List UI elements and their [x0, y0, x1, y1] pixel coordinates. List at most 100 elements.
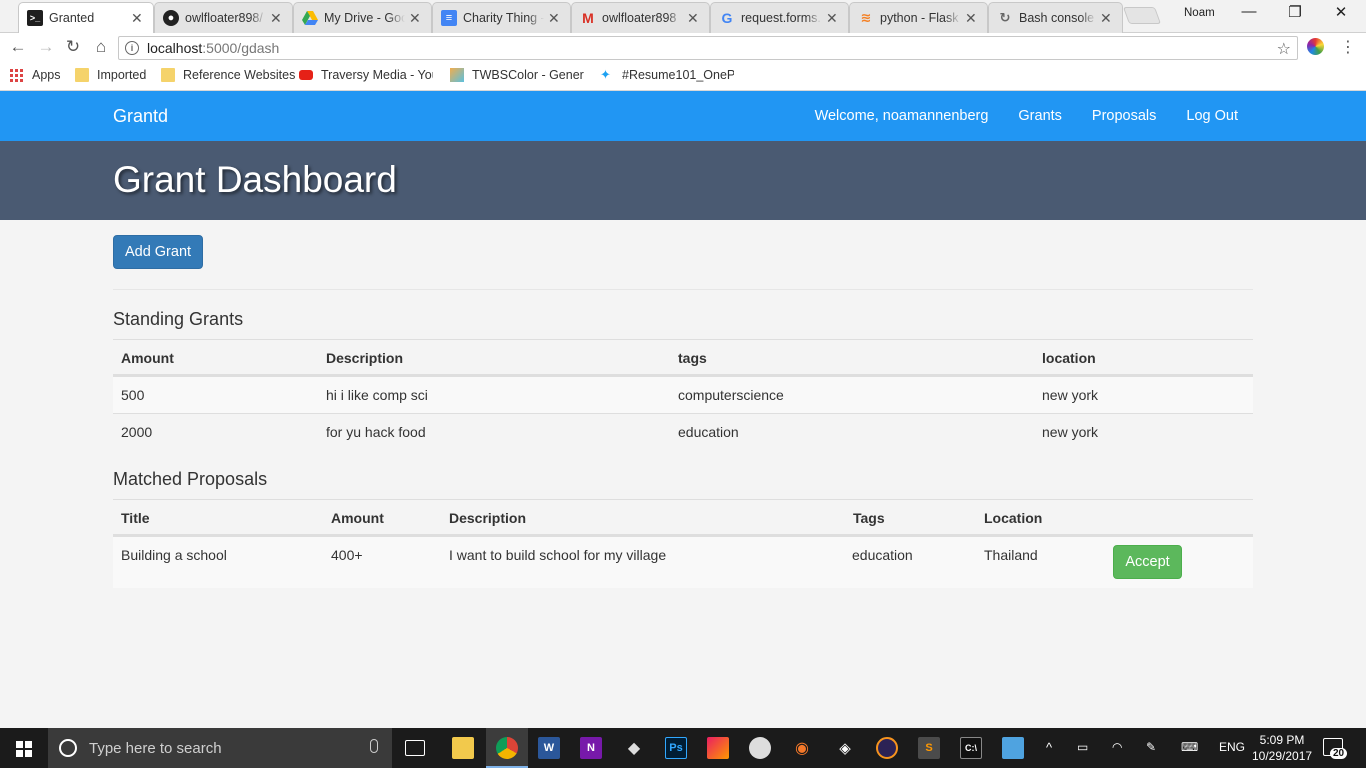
close-icon[interactable]: ✕ — [131, 10, 145, 27]
site-navbar: Grantd Welcome, noamannenberg Grants Pro… — [0, 91, 1366, 141]
bookmark-label: Reference Websites — [183, 68, 296, 82]
forward-icon[interactable]: → — [35, 37, 57, 57]
eclipse-icon[interactable] — [876, 737, 898, 759]
proposal-tags: education — [852, 547, 913, 563]
blender-icon[interactable]: ◉ — [791, 737, 813, 759]
tab-granted[interactable]: >_ Granted ✕ — [18, 2, 154, 33]
reload-icon[interactable]: ↻ — [62, 37, 84, 57]
column-header: tags — [678, 350, 707, 366]
wifi-icon[interactable]: ◠ — [1112, 740, 1122, 754]
windows-taskbar: Type here to search W N ◆ Ps ◉ ◈ S C:\ ^… — [0, 728, 1366, 768]
divider — [113, 289, 1253, 290]
url-host: localhost — [147, 40, 203, 56]
tab-github[interactable]: ● owlfloater898/ ✕ — [154, 2, 293, 33]
clock[interactable]: 5:09 PM 10/29/2017 — [1252, 732, 1312, 764]
close-icon[interactable]: ✕ — [826, 10, 840, 27]
tab-title: owlfloater898 — [602, 11, 677, 25]
taskbar-search[interactable]: Type here to search — [48, 728, 392, 768]
bookmark-twbscolor[interactable]: TWBSColor - Generat — [450, 68, 584, 82]
tab-title: My Drive - Goo — [324, 11, 405, 25]
photoshop-icon[interactable]: Ps — [665, 737, 687, 759]
language-indicator[interactable]: ENG — [1219, 740, 1245, 754]
table-row: 2000 for yu hack food education new york — [113, 413, 1253, 450]
chrome-icon[interactable] — [496, 737, 518, 759]
column-header: Amount — [331, 510, 384, 526]
tab-gmail[interactable]: M owlfloater898 ✕ — [571, 2, 710, 33]
add-grant-button[interactable]: Add Grant — [113, 235, 203, 269]
accept-button[interactable]: Accept — [1113, 545, 1182, 579]
info-icon[interactable]: i — [125, 41, 139, 55]
drive-icon — [302, 10, 318, 26]
column-header: Tags — [853, 510, 885, 526]
proposal-amount: 400+ — [331, 547, 363, 563]
tab-drive[interactable]: My Drive - Goo ✕ — [293, 2, 432, 33]
restore-icon[interactable]: ❐ — [1285, 3, 1305, 21]
sublime-icon[interactable]: S — [918, 737, 940, 759]
bookmark-apps[interactable]: Apps — [10, 68, 61, 82]
column-header: Title — [121, 510, 150, 526]
github-icon: ● — [163, 10, 179, 26]
bookmark-resume[interactable]: ✦ #Resume101_OnePag — [600, 67, 734, 83]
bookmark-star-icon[interactable]: ☆ — [1277, 39, 1291, 59]
column-header: Description — [449, 510, 527, 526]
bookmark-reference-websites[interactable]: Reference Websites — [161, 68, 295, 82]
terminal-icon[interactable]: C:\ — [960, 737, 982, 759]
home-icon[interactable]: ⌂ — [90, 37, 112, 57]
file-explorer-icon[interactable] — [452, 737, 474, 759]
nav-grants[interactable]: Grants — [1018, 108, 1062, 124]
pen-icon[interactable]: ✎ — [1146, 740, 1156, 754]
nav-logout[interactable]: Log Out — [1186, 108, 1238, 124]
bookmark-imported[interactable]: Imported — [75, 68, 146, 82]
onenote-icon[interactable]: N — [580, 737, 602, 759]
bookmark-traversy[interactable]: Traversy Media - You — [299, 68, 433, 82]
minimize-icon[interactable]: — — [1239, 3, 1259, 20]
close-icon[interactable]: ✕ — [548, 10, 562, 27]
grant-description: for yu hack food — [326, 424, 426, 440]
extension-icon[interactable] — [1307, 38, 1324, 55]
show-hidden-icons-icon[interactable]: ^ — [1046, 740, 1052, 755]
windows-start-icon[interactable] — [16, 741, 32, 757]
close-icon[interactable]: ✕ — [270, 10, 284, 27]
keyboard-icon[interactable]: ⌨ — [1181, 740, 1198, 754]
bookmark-label: Apps — [32, 68, 61, 82]
word-icon[interactable]: W — [538, 737, 560, 759]
youtube-icon — [299, 70, 313, 80]
battery-icon[interactable]: ▭ — [1077, 740, 1088, 754]
control-panel-icon[interactable] — [1002, 737, 1024, 759]
bookmark-label: TWBSColor - Generat — [472, 68, 584, 82]
back-icon[interactable]: ← — [7, 37, 29, 57]
tab-charity-doc[interactable]: ≡ Charity Thing - ✕ — [432, 2, 571, 33]
address-bar[interactable]: i localhost:5000/gdash ☆ — [118, 36, 1298, 60]
tab-stackoverflow[interactable]: ≋ python - Flask ✕ — [849, 2, 988, 33]
inkscape-icon[interactable]: ◆ — [623, 737, 645, 759]
clock-time: 5:09 PM — [1259, 733, 1305, 747]
nav-welcome[interactable]: Welcome, noamannenberg — [815, 108, 989, 124]
notification-count: 20 — [1330, 748, 1348, 759]
close-window-icon[interactable]: ✕ — [1331, 3, 1351, 21]
bookmarks-bar: Apps Imported Reference Websites Travers… — [0, 63, 1366, 91]
profile-name[interactable]: Noam — [1184, 7, 1215, 19]
tab-bash-console[interactable]: ↻ Bash console ( ✕ — [988, 2, 1123, 33]
tab-google-search[interactable]: G request.forms. ✕ — [710, 2, 849, 33]
nav-proposals[interactable]: Proposals — [1092, 108, 1156, 124]
column-header: Amount — [121, 350, 174, 366]
close-icon[interactable]: ✕ — [965, 10, 979, 27]
close-icon[interactable]: ✕ — [1100, 10, 1114, 27]
brand-link[interactable]: Grantd — [113, 106, 168, 127]
bookmark-label: Traversy Media - You — [321, 68, 433, 82]
menu-icon[interactable]: ⋮ — [1340, 37, 1356, 57]
folder-icon — [75, 68, 89, 82]
twitter-icon: ✦ — [600, 67, 611, 82]
table-header: Title Amount Description Tags Location — [113, 499, 1253, 536]
tab-title: Bash console ( — [1019, 11, 1096, 25]
paint-icon[interactable] — [707, 737, 729, 759]
task-view-icon[interactable] — [405, 740, 425, 756]
tab-title: Charity Thing - — [463, 11, 544, 25]
new-tab-button[interactable] — [1122, 7, 1162, 24]
steam-icon[interactable] — [749, 737, 771, 759]
unity-icon[interactable]: ◈ — [834, 737, 856, 759]
close-icon[interactable]: ✕ — [409, 10, 423, 27]
microphone-icon[interactable] — [370, 739, 378, 753]
apps-grid-icon — [10, 68, 24, 82]
close-icon[interactable]: ✕ — [687, 10, 701, 27]
